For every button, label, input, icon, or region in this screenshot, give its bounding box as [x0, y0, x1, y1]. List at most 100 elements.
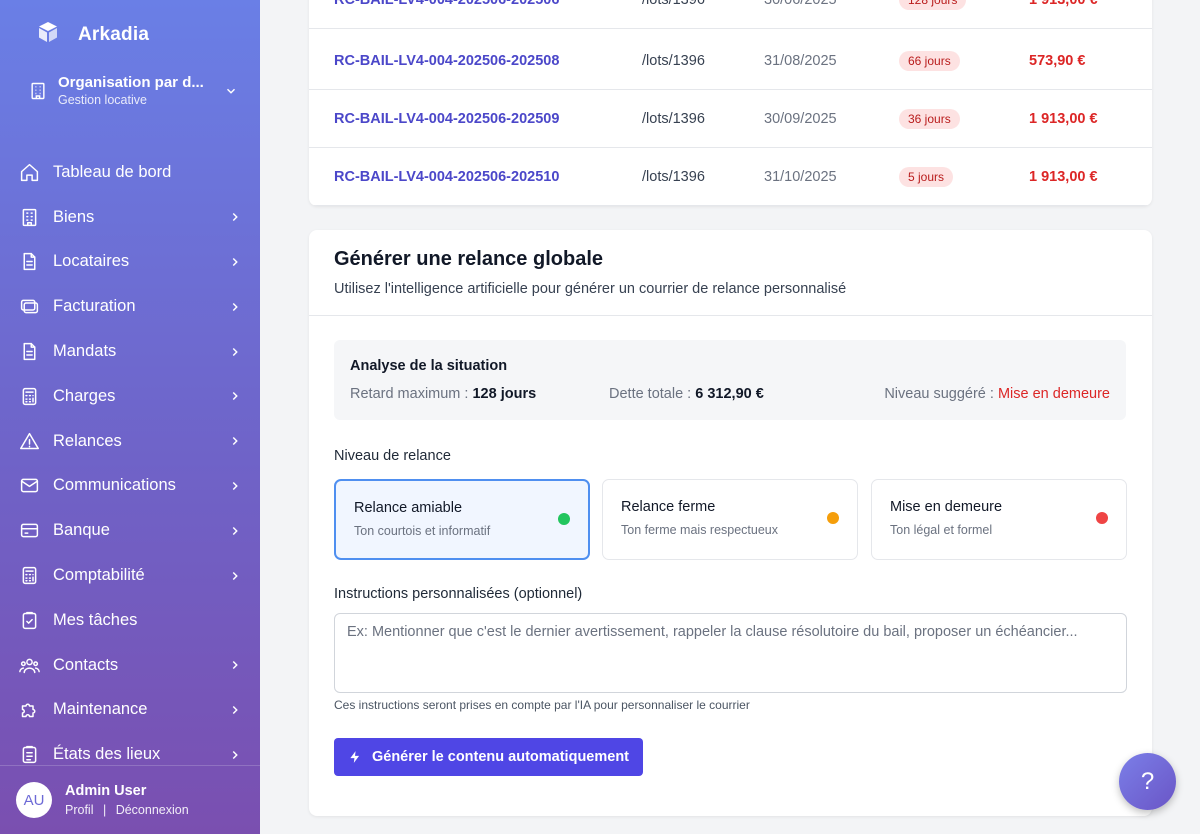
organisation-name: Organisation par d...	[58, 74, 204, 91]
due-date: 31/08/2025	[764, 52, 837, 69]
sidebar-item-10[interactable]: Comptabilité	[0, 553, 260, 598]
status-dot-green	[558, 513, 570, 525]
brand-name: Arkadia	[78, 23, 150, 45]
chevron-right-icon	[232, 571, 238, 580]
sidebar-item-1[interactable]: Tableau de bord	[0, 150, 260, 195]
section-title: Générer une relance globale	[334, 248, 603, 270]
amount: 573,90 €	[1029, 52, 1086, 69]
organisation-subtitle: Gestion locative	[58, 93, 147, 107]
sidebar-item-label: Facturation	[53, 297, 136, 316]
table-row: RC-BAIL-LV4-004-202506-202509/lots/1396 3…	[309, 90, 1152, 148]
warning-icon	[18, 430, 40, 452]
sidebar-item-label: Mandats	[53, 342, 117, 361]
option-subtitle: Ton ferme mais respectueux	[621, 523, 779, 537]
building-icon	[31, 82, 45, 99]
delay-badge: 5 jours	[899, 166, 954, 187]
building-icon	[18, 206, 40, 228]
analysis-title: Analyse de la situation	[350, 358, 508, 374]
lot-path: /lots/1396	[642, 110, 705, 127]
sidebar-item-label: Locataires	[53, 252, 130, 271]
sidebar-item-11[interactable]: Mes tâches	[0, 598, 260, 643]
sidebar-item-9[interactable]: Banque	[0, 508, 260, 553]
sidebar-item-label: Comptabilité	[53, 566, 145, 585]
instructions-help: Ces instructions seront prises en compte…	[334, 698, 750, 712]
profile-link[interactable]: Profil	[65, 803, 93, 817]
option-title: Relance amiable	[354, 500, 463, 516]
puzzle-icon	[18, 699, 40, 721]
document-icon	[18, 341, 40, 363]
users-icon	[18, 654, 40, 676]
sidebar-item-7[interactable]: Relances	[0, 419, 260, 464]
total-debt-label: Dette totale :	[609, 386, 692, 402]
generate-content-button[interactable]: Générer le contenu automatiquement	[334, 738, 643, 776]
section-subtitle: Utilisez l'intelligence artificielle pou…	[334, 281, 847, 297]
chevron-right-icon	[232, 661, 238, 670]
invoice-reference-link[interactable]: RC-BAIL-LV4-004-202506-202508	[334, 53, 559, 69]
lightning-icon	[350, 751, 360, 763]
sidebar-item-2[interactable]: Biens	[0, 195, 260, 240]
mail-icon	[18, 475, 40, 497]
sidebar-item-8[interactable]: Communications	[0, 464, 260, 509]
sidebar-item-13[interactable]: Maintenance	[0, 688, 260, 733]
sidebar-item-6[interactable]: Charges	[0, 374, 260, 419]
cube-icon	[36, 20, 60, 49]
sidebar-item-label: Tableau de bord	[53, 162, 172, 181]
brand[interactable]: Arkadia	[36, 20, 149, 49]
chevron-right-icon	[232, 526, 238, 535]
option-title: Relance ferme	[621, 499, 716, 515]
option-relance-ferme[interactable]: Relance ferme Ton ferme mais respectueux	[602, 479, 858, 560]
delay-badge: 66 jours	[899, 50, 960, 71]
chevron-right-icon	[232, 347, 238, 356]
table-row: RC-BAIL-LV4-004-202506-202506/lots/1396 3…	[309, 0, 1152, 29]
instructions-label: Instructions personnalisées (optionnel)	[334, 586, 583, 602]
sidebar-item-label: Charges	[53, 386, 116, 405]
chevron-right-icon	[232, 750, 238, 759]
suggested-level-label: Niveau suggéré :	[884, 386, 994, 402]
organisation-selector[interactable]: Organisation par d... Gestion locative	[28, 74, 238, 107]
option-mise-en-demeure[interactable]: Mise en demeure Ton légal et formel	[871, 479, 1127, 560]
calculator-icon	[18, 565, 40, 587]
chevron-right-icon	[232, 705, 238, 714]
generate-button-label: Générer le contenu automatiquement	[371, 749, 630, 765]
calculator-icon	[18, 385, 40, 407]
sidebar: Arkadia Organisation par d... Gestion lo…	[0, 0, 260, 834]
sidebar-item-12[interactable]: Contacts	[0, 643, 260, 688]
chevron-right-icon	[232, 213, 238, 222]
due-date: 30/09/2025	[764, 110, 837, 127]
status-dot-red	[1096, 512, 1108, 524]
user-name: Admin User	[65, 783, 147, 799]
sidebar-item-4[interactable]: Facturation	[0, 284, 260, 329]
chevron-right-icon	[232, 437, 238, 446]
separator: |	[102, 803, 107, 817]
sidebar-item-label: Banque	[53, 521, 110, 540]
help-button[interactable]: ?	[1119, 753, 1176, 810]
invoice-reference-link[interactable]: RC-BAIL-LV4-004-202506-202510	[334, 169, 559, 185]
table-row: RC-BAIL-LV4-004-202506-202510/lots/1396 3…	[309, 148, 1152, 206]
clipboard-list-icon	[18, 744, 40, 766]
delay-badge: 128 jours	[899, 0, 967, 10]
suggested-level-value: Mise en demeure	[997, 386, 1110, 402]
sidebar-item-3[interactable]: Locataires	[0, 240, 260, 285]
sidebar-item-label: Maintenance	[53, 700, 148, 719]
option-subtitle: Ton courtois et informatif	[354, 524, 491, 538]
clipboard-check-icon	[18, 609, 40, 631]
invoice-reference-link[interactable]: RC-BAIL-LV4-004-202506-202506	[334, 0, 559, 8]
instructions-input[interactable]	[334, 613, 1127, 693]
chevron-right-icon	[232, 257, 238, 266]
table-row: RC-BAIL-LV4-004-202506-202508/lots/1396 3…	[309, 32, 1152, 90]
home-icon	[18, 161, 40, 183]
situation-analysis: Analyse de la situation Retard maximum :…	[334, 340, 1126, 420]
option-subtitle: Ton légal et formel	[890, 523, 993, 537]
option-relance-amiable[interactable]: Relance amiable Ton courtois et informat…	[334, 479, 590, 560]
option-title: Mise en demeure	[890, 499, 1003, 515]
sidebar-item-5[interactable]: Mandats	[0, 329, 260, 374]
lot-path: /lots/1396	[642, 168, 705, 185]
avatar[interactable]: AU	[16, 782, 52, 818]
lot-path: /lots/1396	[642, 0, 705, 8]
logout-link[interactable]: Déconnexion	[116, 803, 189, 817]
amount: 1 913,00 €	[1029, 168, 1098, 185]
unpaid-invoices-table: RC-BAIL-LV4-004-202506-202506/lots/1396 3…	[309, 0, 1152, 206]
chevron-down-icon	[226, 88, 236, 94]
chevron-right-icon	[232, 481, 238, 490]
invoice-reference-link[interactable]: RC-BAIL-LV4-004-202506-202509	[334, 111, 559, 127]
